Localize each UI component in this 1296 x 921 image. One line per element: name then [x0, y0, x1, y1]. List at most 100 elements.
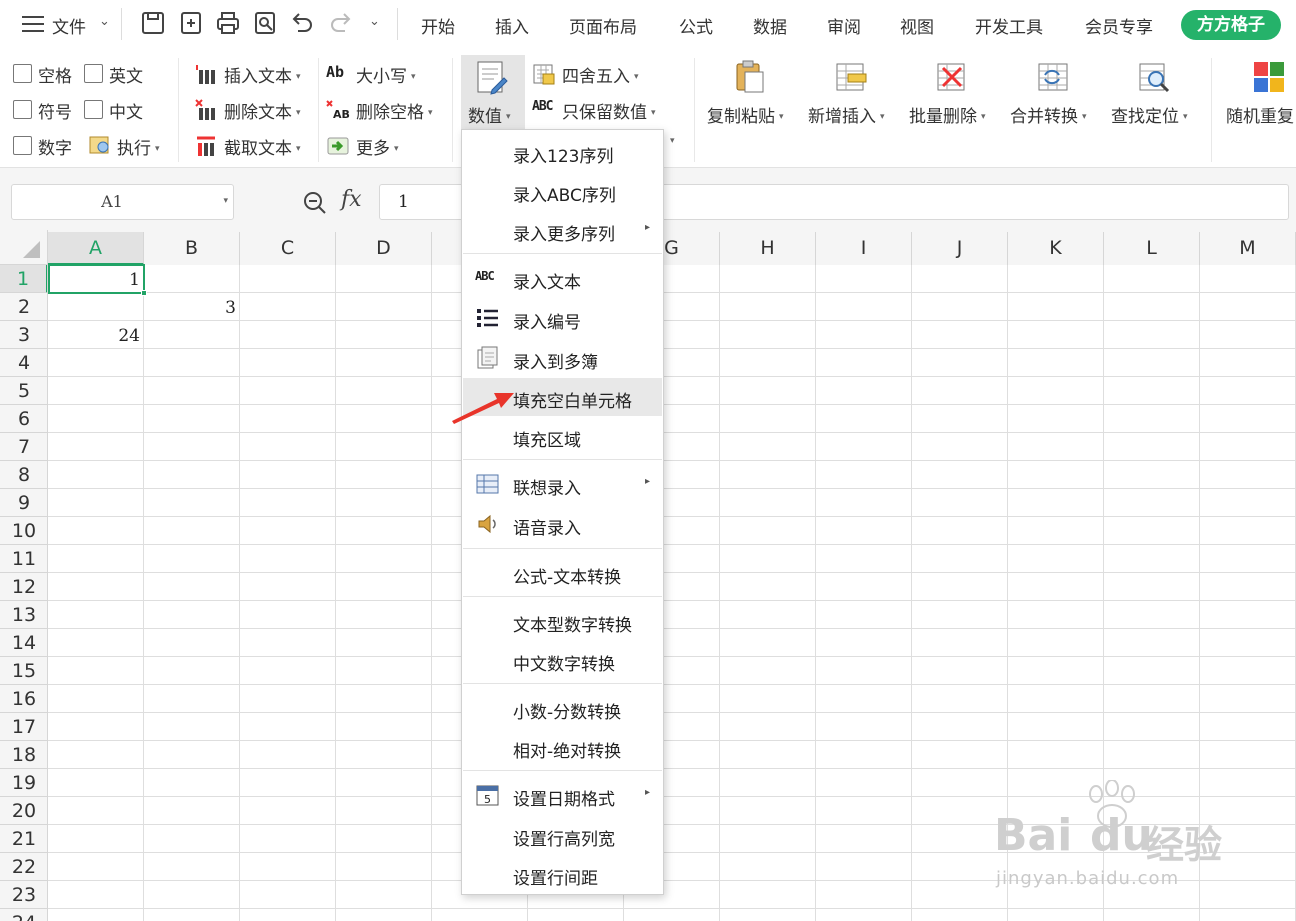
checkbox-english[interactable] [84, 64, 103, 83]
column-header[interactable]: L [1104, 232, 1200, 265]
row-header[interactable]: 20 [0, 797, 48, 825]
hidden-item-caret[interactable]: ▾ [670, 136, 675, 146]
menu-item-row-height-col-width[interactable]: 设置行高列宽 [463, 816, 662, 854]
print-preview-icon[interactable] [252, 10, 278, 36]
row-header[interactable]: 18 [0, 741, 48, 769]
export-icon[interactable] [178, 10, 204, 36]
row-header[interactable]: 9 [0, 489, 48, 517]
round-button[interactable]: 四舍五入 ▾ [562, 62, 639, 87]
menu-item-enter-number[interactable]: 录入编号 [463, 299, 662, 337]
copy-paste-button[interactable]: 复制粘贴 ▾ [707, 102, 784, 127]
row-header[interactable]: 2 [0, 293, 48, 321]
execute-button[interactable]: 执行 ▾ [117, 134, 160, 159]
row-header[interactable]: 12 [0, 573, 48, 601]
hamburger-menu-icon[interactable] [22, 15, 44, 33]
row-header[interactable]: 3 [0, 321, 48, 349]
row-header[interactable]: 4 [0, 349, 48, 377]
tab-fangfang-grid[interactable]: 方方格子 [1181, 10, 1281, 40]
tab-review[interactable]: 审阅 [827, 13, 861, 38]
row-header[interactable]: 1 [0, 265, 48, 293]
menu-item-123-sequence[interactable]: 录入123序列 [463, 133, 662, 171]
file-menu[interactable]: 文件 [52, 13, 86, 38]
fill-handle[interactable] [141, 290, 147, 296]
cell-a3[interactable]: 24 [48, 326, 140, 346]
row-header[interactable]: 19 [0, 769, 48, 797]
column-header[interactable]: B [144, 232, 240, 265]
extract-text-button[interactable]: 截取文本 ▾ [224, 134, 301, 159]
name-box[interactable]: A1 ▾ [11, 184, 234, 220]
add-insert-button[interactable]: 新增插入 ▾ [808, 102, 885, 127]
menu-item-enter-text[interactable]: ABC 录入文本 [463, 259, 662, 297]
tab-developer[interactable]: 开发工具 [975, 13, 1043, 38]
column-header[interactable]: D [336, 232, 432, 265]
more-button[interactable]: 更多 ▾ [356, 134, 399, 159]
random-repeat-button[interactable]: 随机重复 [1226, 102, 1294, 127]
menu-item-line-spacing[interactable]: 设置行间距 [463, 855, 662, 893]
column-header[interactable]: K [1008, 232, 1104, 265]
row-header[interactable]: 22 [0, 853, 48, 881]
case-button[interactable]: 大小写 ▾ [356, 62, 416, 87]
row-header[interactable]: 14 [0, 629, 48, 657]
redo-icon[interactable] [328, 10, 354, 36]
customize-dropdown-icon[interactable]: ⌄ [369, 14, 380, 29]
column-header[interactable]: I [816, 232, 912, 265]
row-header[interactable]: 6 [0, 405, 48, 433]
column-header[interactable]: A [48, 232, 144, 265]
tab-page-layout[interactable]: 页面布局 [569, 13, 637, 38]
column-header[interactable]: C [240, 232, 336, 265]
row-header[interactable]: 5 [0, 377, 48, 405]
merge-convert-button[interactable]: 合并转换 ▾ [1010, 102, 1087, 127]
row-header[interactable]: 13 [0, 601, 48, 629]
menu-item-abc-sequence[interactable]: 录入ABC序列 [463, 172, 662, 210]
column-header[interactable]: J [912, 232, 1008, 265]
save-icon[interactable] [140, 10, 166, 36]
row-header[interactable]: 17 [0, 713, 48, 741]
tab-formulas[interactable]: 公式 [679, 13, 713, 38]
row-header[interactable]: 11 [0, 545, 48, 573]
row-header[interactable]: 16 [0, 685, 48, 713]
checkbox-space[interactable] [13, 64, 32, 83]
menu-item-enter-multi-book[interactable]: 录入到多簿 [463, 339, 662, 377]
select-all-corner[interactable] [0, 232, 48, 265]
menu-item-voice-entry[interactable]: 语音录入 [463, 505, 662, 543]
name-box-dropdown-icon[interactable]: ▾ [223, 196, 228, 206]
number-icon[interactable] [474, 60, 510, 96]
tab-data[interactable]: 数据 [753, 13, 787, 38]
menu-item-date-format[interactable]: 5 设置日期格式 ▸ [463, 776, 662, 814]
tab-insert[interactable]: 插入 [495, 13, 529, 38]
cell-b2[interactable]: 3 [144, 298, 236, 318]
menu-item-decimal-fraction-convert[interactable]: 小数-分数转换 [463, 689, 662, 727]
menu-item-associative-entry[interactable]: 联想录入 ▸ [463, 465, 662, 503]
row-header[interactable]: 7 [0, 433, 48, 461]
menu-item-more-sequence[interactable]: 录入更多序列 ▸ [463, 211, 662, 249]
checkbox-chinese[interactable] [84, 100, 103, 119]
keep-number-button[interactable]: 只保留数值 ▾ [562, 98, 656, 123]
menu-item-text-number-convert[interactable]: 文本型数字转换 [463, 602, 662, 640]
row-header[interactable]: 10 [0, 517, 48, 545]
delete-text-button[interactable]: 删除文本 ▾ [224, 98, 301, 123]
remove-space-button[interactable]: 删除空格 ▾ [356, 98, 433, 123]
row-header[interactable]: 24 [0, 909, 48, 921]
number-button[interactable]: 数值 ▾ [468, 102, 511, 127]
undo-icon[interactable] [289, 10, 315, 36]
row-header[interactable]: 21 [0, 825, 48, 853]
checkbox-symbol[interactable] [13, 100, 32, 119]
execute-icon[interactable] [88, 133, 112, 157]
menu-item-chinese-number-convert[interactable]: 中文数字转换 [463, 641, 662, 679]
tab-home[interactable]: 开始 [421, 13, 455, 38]
insert-text-button[interactable]: 插入文本 ▾ [224, 62, 301, 87]
fx-icon[interactable]: fx [341, 187, 362, 212]
menu-item-formula-text-convert[interactable]: 公式-文本转换 [463, 554, 662, 592]
column-header[interactable]: M [1200, 232, 1296, 265]
tab-view[interactable]: 视图 [900, 13, 934, 38]
zoom-search-icon[interactable] [302, 190, 328, 216]
checkbox-number[interactable] [13, 136, 32, 155]
column-header[interactable]: H [720, 232, 816, 265]
print-icon[interactable] [215, 10, 241, 36]
cell-a1[interactable]: 1 [48, 270, 140, 290]
row-header[interactable]: 23 [0, 881, 48, 909]
batch-delete-button[interactable]: 批量删除 ▾ [909, 102, 986, 127]
row-header[interactable]: 15 [0, 657, 48, 685]
tab-member[interactable]: 会员专享 [1085, 13, 1153, 38]
chevron-down-icon[interactable]: ⌄ [99, 14, 110, 29]
